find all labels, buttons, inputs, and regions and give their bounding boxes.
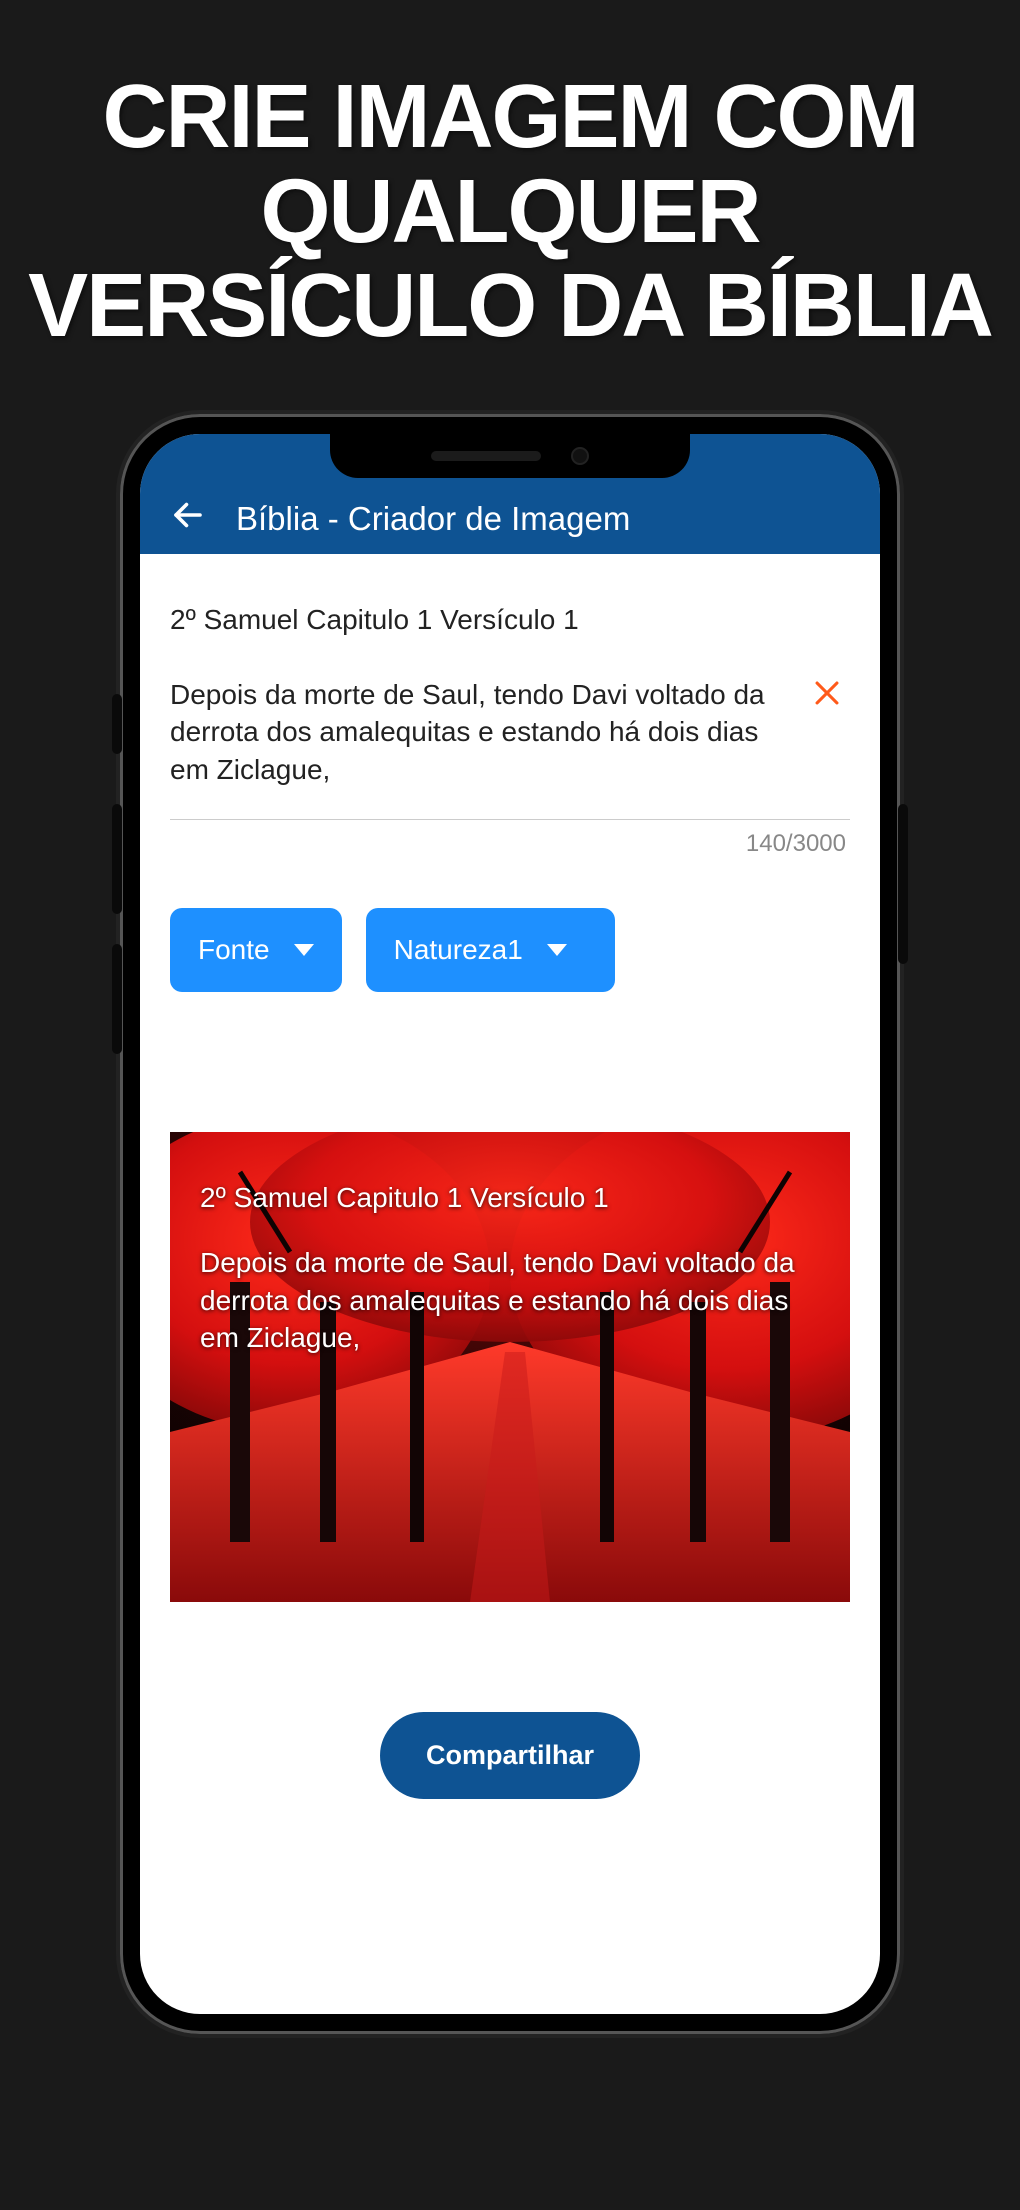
back-arrow-icon[interactable] [170, 497, 206, 540]
image-preview: 2º Samuel Capitulo 1 Versículo 1 Depois … [170, 1132, 850, 1602]
dropdown-row: Fonte Natureza1 [170, 908, 850, 992]
input-divider [170, 819, 850, 820]
phone-speaker [431, 451, 541, 461]
verse-text-row: Depois da morte de Saul, tendo Davi volt… [170, 676, 850, 789]
preview-verse-text: Depois da morte de Saul, tendo Davi volt… [200, 1244, 820, 1357]
font-dropdown[interactable]: Fonte [170, 908, 342, 992]
char-counter: 140/3000 [170, 830, 850, 858]
phone-frame: Bíblia - Criador de Imagem 2º Samuel Cap… [120, 414, 900, 2034]
app-bar-title: Bíblia - Criador de Imagem [236, 500, 630, 538]
chevron-down-icon [547, 944, 567, 956]
share-button[interactable]: Compartilhar [380, 1712, 640, 1799]
phone-mute-switch [112, 694, 122, 754]
editor-content: 2º Samuel Capitulo 1 Versículo 1 Depois … [140, 554, 880, 1799]
phone-camera [571, 447, 589, 465]
phone-frame-wrap: Bíblia - Criador de Imagem 2º Samuel Cap… [0, 394, 1020, 2034]
verse-text-input[interactable]: Depois da morte de Saul, tendo Davi volt… [170, 676, 784, 789]
phone-screen: Bíblia - Criador de Imagem 2º Samuel Cap… [140, 434, 880, 2014]
share-row: Compartilhar [170, 1712, 850, 1799]
background-dropdown[interactable]: Natureza1 [366, 908, 615, 992]
promo-headline: CRIE IMAGEM COM QUALQUER VERSÍCULO DA BÍ… [0, 0, 1020, 394]
preview-text-overlay: 2º Samuel Capitulo 1 Versículo 1 Depois … [170, 1132, 850, 1602]
background-dropdown-label: Natureza1 [394, 934, 523, 966]
font-dropdown-label: Fonte [198, 934, 270, 966]
clear-text-icon[interactable] [804, 676, 850, 717]
preview-verse-reference: 2º Samuel Capitulo 1 Versículo 1 [200, 1182, 820, 1214]
chevron-down-icon [294, 944, 314, 956]
verse-reference: 2º Samuel Capitulo 1 Versículo 1 [170, 604, 850, 636]
phone-notch [330, 434, 690, 478]
phone-power-button [898, 804, 908, 964]
phone-volume-down [112, 944, 122, 1054]
phone-volume-up [112, 804, 122, 914]
